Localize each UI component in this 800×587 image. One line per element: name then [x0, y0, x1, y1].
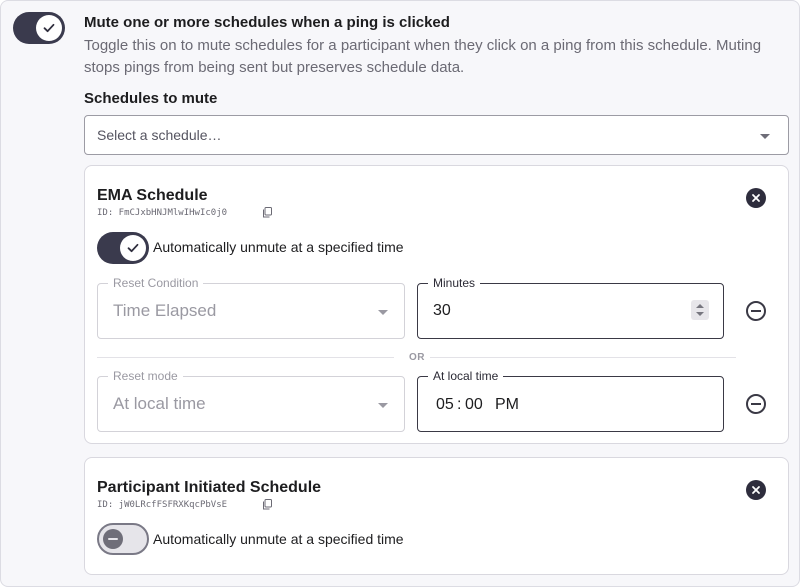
schedule-name: Participant Initiated Schedule: [97, 479, 322, 496]
chevron-down-icon: [378, 310, 388, 315]
minus-icon: [751, 403, 761, 405]
chevron-down-icon: [760, 134, 770, 139]
minutes-legend: Minutes: [428, 276, 481, 290]
time-hour[interactable]: 05: [436, 396, 454, 414]
mute-toggle[interactable]: [13, 12, 65, 44]
divider: [97, 357, 394, 358]
local-time-input[interactable]: At local time 05 : 00 PM: [417, 369, 724, 432]
check-icon: [120, 235, 146, 261]
close-icon: [752, 194, 760, 202]
remove-condition-button[interactable]: [746, 394, 766, 414]
auto-unmute-toggle[interactable]: [97, 232, 149, 264]
reset-mode-legend: Reset mode: [108, 369, 183, 383]
schedule-id: ID: jW0LRcfFSFRXKqcPbVsE: [97, 500, 228, 510]
copy-icon[interactable]: [262, 207, 272, 218]
check-icon: [36, 15, 62, 41]
mute-settings-panel: Mute one or more schedules when a ping i…: [0, 0, 800, 587]
time-ampm[interactable]: PM: [495, 396, 519, 414]
divider: [430, 357, 736, 358]
number-stepper-icon[interactable]: [691, 300, 709, 320]
schedule-name: EMA Schedule: [97, 187, 208, 204]
auto-unmute-toggle[interactable]: [97, 523, 149, 555]
schedule-id: ID: FmCJxbHNJMlwIHwIc0j0: [97, 208, 228, 218]
auto-unmute-label: Automatically unmute at a specified time: [153, 239, 404, 255]
schedule-card-ema: EMA Schedule ID: FmCJxbHNJMlwIHwIc0j0 Au…: [84, 165, 789, 444]
schedules-to-mute-label: Schedules to mute: [84, 90, 218, 107]
mute-title: Mute one or more schedules when a ping i…: [84, 14, 450, 31]
reset-condition-value: Time Elapsed: [113, 301, 217, 320]
reset-mode-value: At local time: [113, 394, 206, 413]
minus-icon: [103, 529, 123, 549]
minutes-value: 30: [433, 302, 451, 319]
reset-mode-select[interactable]: Reset mode At local time: [97, 369, 405, 432]
schedule-select-placeholder: Select a schedule…: [97, 127, 222, 143]
or-separator: OR: [409, 352, 425, 363]
reset-condition-select[interactable]: Reset Condition Time Elapsed: [97, 276, 405, 339]
schedule-card-participant: Participant Initiated Schedule ID: jW0LR…: [84, 457, 789, 575]
local-time-legend: At local time: [428, 369, 504, 383]
copy-icon[interactable]: [262, 499, 272, 510]
mute-description: Toggle this on to mute schedules for a p…: [84, 37, 762, 76]
close-icon: [752, 486, 760, 494]
minus-icon: [751, 310, 761, 312]
time-separator: :: [457, 396, 462, 413]
remove-condition-button[interactable]: [746, 301, 766, 321]
reset-condition-legend: Reset Condition: [108, 276, 204, 290]
schedule-select[interactable]: Select a schedule…: [84, 115, 789, 155]
remove-schedule-button[interactable]: [746, 480, 766, 500]
minutes-input[interactable]: Minutes 30: [417, 276, 724, 339]
remove-schedule-button[interactable]: [746, 188, 766, 208]
auto-unmute-label: Automatically unmute at a specified time: [153, 531, 404, 547]
time-minute[interactable]: 00: [465, 396, 483, 414]
chevron-down-icon: [378, 403, 388, 408]
